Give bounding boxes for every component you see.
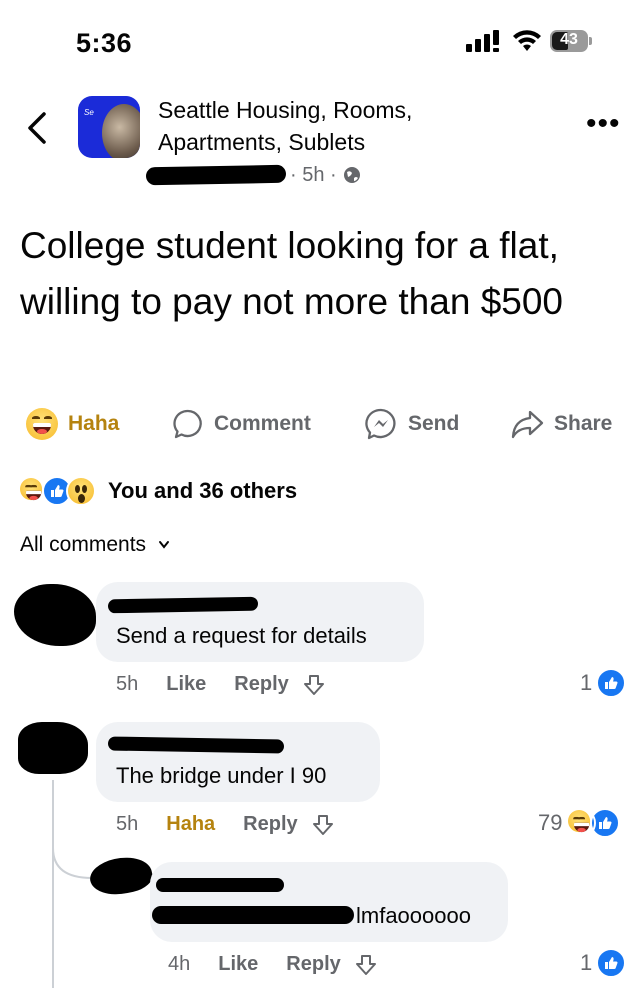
wow-icon (66, 476, 96, 506)
reaction-summary[interactable]: You and 36 others (18, 474, 297, 508)
group-avatar-text: Se (84, 108, 94, 117)
share-icon (511, 410, 544, 439)
comment-text: lmfaoooooo (356, 903, 471, 928)
haha-label: Haha (68, 412, 120, 435)
comment-time: 5h (116, 813, 139, 835)
post-meta: · 5h · (145, 162, 361, 188)
comment-reaction-count[interactable]: 79 (538, 808, 621, 838)
thread-line (52, 780, 54, 988)
comment-bubble (96, 722, 380, 802)
comments-sort-dropdown[interactable]: All comments (20, 533, 170, 557)
comment-reaction-count[interactable]: 1 (580, 948, 627, 978)
reply-button[interactable]: Reply (243, 813, 297, 836)
comment-text: Send a request for details (116, 623, 367, 648)
battery-level: 43 (560, 31, 578, 48)
comment-button[interactable]: Comment (172, 404, 311, 444)
back-chevron-icon[interactable] (22, 110, 54, 146)
redacted-author-name (145, 164, 287, 186)
avatar[interactable] (86, 851, 156, 901)
haha-button[interactable]: Haha (166, 813, 215, 836)
share-label: Share (554, 412, 613, 435)
comment-bubble (96, 582, 424, 662)
messenger-icon (365, 408, 396, 440)
post-action-bar: Haha Comment Send Share (0, 404, 640, 444)
chevron-down-icon (159, 541, 170, 549)
globe-icon (343, 167, 360, 183)
battery-icon: 43 (550, 30, 592, 52)
downvote-icon[interactable] (355, 954, 377, 976)
wifi-icon (513, 30, 541, 51)
comment-bubble (150, 862, 508, 942)
comment-actions: 4h Like Reply (168, 953, 377, 976)
reaction-count: 1 (580, 950, 593, 975)
avatar[interactable] (18, 722, 88, 774)
thread-connector (52, 848, 92, 879)
group-avatar-photo (102, 104, 140, 158)
reaction-count: 79 (538, 810, 563, 835)
comment-reaction-count[interactable]: 1 (580, 668, 627, 698)
like-button[interactable]: Like (166, 673, 206, 696)
like-icon (596, 668, 627, 698)
status-bar: 5:36 43 (0, 0, 640, 80)
reaction-summary-text: You and 36 others (108, 478, 298, 503)
downvote-icon[interactable] (312, 814, 334, 836)
share-button[interactable]: Share (510, 404, 612, 444)
group-avatar[interactable]: Se (78, 96, 140, 158)
more-options-icon[interactable]: ••• (586, 109, 620, 144)
send-button[interactable]: Send (364, 404, 459, 444)
comment-text: The bridge under I 90 (116, 763, 327, 788)
haha-icon (566, 808, 597, 838)
comments-sort-label: All comments (20, 533, 147, 556)
send-label: Send (408, 412, 460, 435)
downvote-icon[interactable] (303, 674, 325, 696)
comment-time: 4h (168, 953, 191, 975)
like-button[interactable]: Like (218, 953, 258, 976)
status-time: 5:36 (76, 28, 133, 58)
comment-actions: 5h Haha Reply (116, 813, 334, 836)
reply-button[interactable]: Reply (234, 673, 288, 696)
reply-button[interactable]: Reply (286, 953, 340, 976)
comment-actions: 5h Like Reply (116, 673, 325, 696)
comment-time: 5h (116, 673, 139, 695)
post-time: · 5h · (290, 163, 337, 186)
post-text: College student looking for a flat, will… (20, 225, 564, 322)
redacted-commenter-name[interactable] (107, 596, 259, 614)
haha-emoji-icon (26, 408, 58, 440)
redacted-commenter-name[interactable] (156, 878, 284, 892)
comment-label: Comment (214, 412, 311, 435)
comment-icon (173, 409, 202, 439)
reaction-count: 1 (580, 670, 593, 695)
signal-icon (466, 30, 499, 52)
like-icon (596, 948, 627, 978)
redacted-mention (152, 906, 354, 924)
avatar[interactable] (14, 584, 96, 646)
group-name[interactable]: Seattle Housing, Rooms, Apartments, Subl… (158, 94, 488, 158)
haha-button[interactable]: Haha (26, 404, 119, 444)
